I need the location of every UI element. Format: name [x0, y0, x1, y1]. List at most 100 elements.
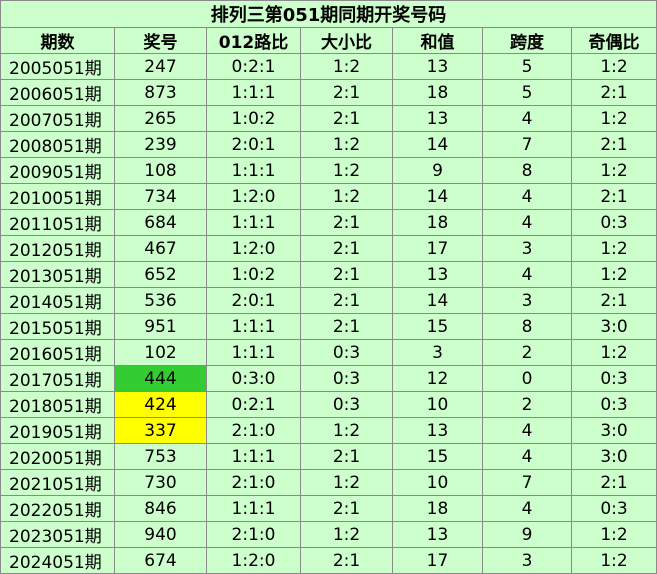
span-cell: 9 [482, 521, 572, 548]
number-cell: 444 [114, 365, 207, 392]
size-ratio-cell: 2:1 [300, 313, 393, 340]
road012-cell: 1:1:1 [206, 443, 301, 470]
parity-ratio-cell: 2:1 [571, 287, 657, 314]
sum-cell: 18 [392, 79, 483, 106]
table-row: 2012051期 467 1:2:0 2:1 17 3 1:2 [0, 235, 657, 262]
period-cell: 2021051期 [0, 469, 115, 496]
table-row: 2008051期 239 2:0:1 1:2 14 7 2:1 [0, 131, 657, 158]
span-cell: 2 [482, 391, 572, 418]
size-ratio-cell: 2:1 [300, 495, 393, 522]
period-cell: 2024051期 [0, 547, 115, 574]
parity-ratio-cell: 1:2 [571, 53, 657, 80]
parity-ratio-cell: 3:0 [571, 313, 657, 340]
number-cell: 684 [114, 209, 207, 236]
header-size-ratio: 大小比 [300, 27, 393, 54]
table-row: 2021051期 730 2:1:0 1:2 10 7 2:1 [0, 469, 657, 496]
table-title: 排列三第051期同期开奖号码 [0, 0, 657, 28]
sum-cell: 17 [392, 547, 483, 574]
table-row: 2020051期 753 1:1:1 2:1 15 4 3:0 [0, 443, 657, 470]
size-ratio-cell: 2:1 [300, 209, 393, 236]
size-ratio-cell: 2:1 [300, 105, 393, 132]
number-cell: 674 [114, 547, 207, 574]
number-cell: 239 [114, 131, 207, 158]
size-ratio-cell: 1:2 [300, 521, 393, 548]
span-cell: 5 [482, 79, 572, 106]
period-cell: 2020051期 [0, 443, 115, 470]
parity-ratio-cell: 2:1 [571, 131, 657, 158]
road012-cell: 1:1:1 [206, 495, 301, 522]
number-cell: 337 [114, 417, 207, 444]
road012-cell: 1:1:1 [206, 339, 301, 366]
parity-ratio-cell: 1:2 [571, 157, 657, 184]
size-ratio-cell: 1:2 [300, 417, 393, 444]
parity-ratio-cell: 1:2 [571, 339, 657, 366]
period-cell: 2013051期 [0, 261, 115, 288]
sum-cell: 3 [392, 339, 483, 366]
parity-ratio-cell: 1:2 [571, 261, 657, 288]
period-cell: 2009051期 [0, 157, 115, 184]
number-cell: 951 [114, 313, 207, 340]
road012-cell: 2:0:1 [206, 287, 301, 314]
parity-ratio-cell: 0:3 [571, 365, 657, 392]
size-ratio-cell: 1:2 [300, 183, 393, 210]
sum-cell: 9 [392, 157, 483, 184]
parity-ratio-cell: 0:3 [571, 209, 657, 236]
table-row: 2006051期 873 1:1:1 2:1 18 5 2:1 [0, 79, 657, 106]
sum-cell: 18 [392, 209, 483, 236]
span-cell: 4 [482, 261, 572, 288]
road012-cell: 1:2:0 [206, 235, 301, 262]
table-row: 2024051期 674 1:2:0 2:1 17 3 1:2 [0, 547, 657, 574]
parity-ratio-cell: 1:2 [571, 521, 657, 548]
parity-ratio-cell: 1:2 [571, 235, 657, 262]
table-row: 2007051期 265 1:0:2 2:1 13 4 1:2 [0, 105, 657, 132]
span-cell: 7 [482, 469, 572, 496]
span-cell: 8 [482, 313, 572, 340]
period-cell: 2007051期 [0, 105, 115, 132]
period-cell: 2010051期 [0, 183, 115, 210]
table-row: 2010051期 734 1:2:0 1:2 14 4 2:1 [0, 183, 657, 210]
title-row: 排列三第051期同期开奖号码 [0, 0, 657, 28]
number-cell: 730 [114, 469, 207, 496]
sum-cell: 15 [392, 313, 483, 340]
table-row: 2018051期 424 0:2:1 0:3 10 2 0:3 [0, 391, 657, 418]
span-cell: 7 [482, 131, 572, 158]
span-cell: 2 [482, 339, 572, 366]
road012-cell: 0:2:1 [206, 53, 301, 80]
table-row: 2011051期 684 1:1:1 2:1 18 4 0:3 [0, 209, 657, 236]
sum-cell: 10 [392, 469, 483, 496]
size-ratio-cell: 0:3 [300, 339, 393, 366]
span-cell: 0 [482, 365, 572, 392]
span-cell: 4 [482, 495, 572, 522]
sum-cell: 13 [392, 261, 483, 288]
number-cell: 536 [114, 287, 207, 314]
size-ratio-cell: 2:1 [300, 235, 393, 262]
road012-cell: 0:2:1 [206, 391, 301, 418]
sum-cell: 13 [392, 53, 483, 80]
parity-ratio-cell: 1:2 [571, 547, 657, 574]
parity-ratio-cell: 0:3 [571, 391, 657, 418]
size-ratio-cell: 2:1 [300, 261, 393, 288]
table-row: 2014051期 536 2:0:1 2:1 14 3 2:1 [0, 287, 657, 314]
table-row: 2019051期 337 2:1:0 1:2 13 4 3:0 [0, 417, 657, 444]
number-cell: 467 [114, 235, 207, 262]
number-cell: 424 [114, 391, 207, 418]
period-cell: 2016051期 [0, 339, 115, 366]
header-period: 期数 [0, 27, 115, 54]
table-row: 2017051期 444 0:3:0 0:3 12 0 0:3 [0, 365, 657, 392]
road012-cell: 1:1:1 [206, 157, 301, 184]
number-cell: 108 [114, 157, 207, 184]
table-row: 2005051期 247 0:2:1 1:2 13 5 1:2 [0, 53, 657, 80]
size-ratio-cell: 0:3 [300, 365, 393, 392]
period-cell: 2019051期 [0, 417, 115, 444]
sum-cell: 14 [392, 131, 483, 158]
header-row: 期数 奖号 012路比 大小比 和值 跨度 奇偶比 [0, 27, 657, 54]
road012-cell: 1:1:1 [206, 209, 301, 236]
number-cell: 265 [114, 105, 207, 132]
size-ratio-cell: 1:2 [300, 157, 393, 184]
number-cell: 753 [114, 443, 207, 470]
road012-cell: 1:0:2 [206, 105, 301, 132]
period-cell: 2018051期 [0, 391, 115, 418]
parity-ratio-cell: 2:1 [571, 469, 657, 496]
table-row: 2016051期 102 1:1:1 0:3 3 2 1:2 [0, 339, 657, 366]
road012-cell: 1:2:0 [206, 183, 301, 210]
